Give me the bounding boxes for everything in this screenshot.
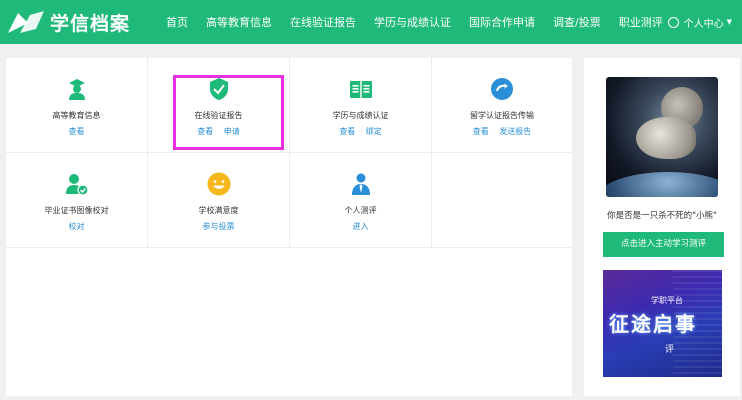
nav-international-application[interactable]: 国际合作申请 xyxy=(469,14,535,30)
service-title: 留学认证报告传输 xyxy=(470,111,534,120)
banner-tag: 评 xyxy=(665,345,675,355)
banner-subtitle: 学职平台 xyxy=(651,296,683,305)
services-grid: 高等教育信息 查看 在线验证报告 查看 申请 学历与成绩认证 查看 绑定 留学认… xyxy=(6,58,572,248)
promo-banner[interactable]: 学职平台 征途启事 评 xyxy=(603,270,722,377)
enter-link[interactable]: 进入 xyxy=(353,222,369,231)
services-panel: 高等教育信息 查看 在线验证报告 查看 申请 学历与成绩认证 查看 绑定 留学认… xyxy=(6,58,572,396)
service-transcript-transfer: 留学认证报告传输 查看 发送报告 xyxy=(432,58,572,153)
top-header: 学信档案 首页 高等教育信息 在线验证报告 学历与成绩认证 国际合作申请 调查/… xyxy=(0,0,742,44)
site-logo[interactable]: 学信档案 xyxy=(6,9,130,35)
service-certificate-image-check: 毕业证书图像校对 校对 xyxy=(6,153,148,248)
main-nav: 首页 高等教育信息 在线验证报告 学历与成绩认证 国际合作申请 调查/投票 职业… xyxy=(166,0,681,44)
person-tie-icon xyxy=(349,172,373,196)
feature-image[interactable] xyxy=(606,77,718,197)
planet-shape xyxy=(606,172,718,197)
smiley-icon xyxy=(207,172,231,196)
service-title: 个人测评 xyxy=(344,206,377,215)
service-title: 毕业证书图像校对 xyxy=(44,206,109,215)
service-higher-education-info: 高等教育信息 查看 xyxy=(6,58,148,153)
user-circle-icon xyxy=(667,16,679,28)
start-assessment-button[interactable]: 点击进入主动学习测评 xyxy=(603,232,724,257)
vote-link[interactable]: 参与投票 xyxy=(203,222,235,231)
nav-home[interactable]: 首页 xyxy=(166,14,188,30)
nav-higher-education-info[interactable]: 高等教育信息 xyxy=(206,14,272,30)
nav-career-assessment[interactable]: 职业测评 xyxy=(619,14,663,30)
service-degree-certification: 学历与成绩认证 查看 绑定 xyxy=(290,58,432,153)
nav-degree-certification[interactable]: 学历与成绩认证 xyxy=(374,14,451,30)
transfer-globe-icon xyxy=(490,77,514,101)
nav-survey-vote[interactable]: 调查/投票 xyxy=(553,14,601,30)
nav-online-verification[interactable]: 在线验证报告 xyxy=(290,14,356,30)
logo-text: 学信档案 xyxy=(50,12,131,35)
banner-title: 征途启事 xyxy=(609,312,697,336)
graduate-icon xyxy=(65,77,89,101)
service-school-satisfaction: 学校满意度 参与投票 xyxy=(148,153,290,248)
user-check-icon xyxy=(65,172,89,196)
feature-caption: 你是否是一只杀不死的"小熊" xyxy=(607,211,717,221)
view-link[interactable]: 查看 xyxy=(473,127,489,136)
book-logo-icon xyxy=(8,11,44,33)
empty-cell xyxy=(432,153,572,248)
sidebar: 你是否是一只杀不死的"小熊" 点击进入主动学习测评 学职平台 征途启事 评 xyxy=(584,58,740,396)
bind-link[interactable]: 绑定 xyxy=(366,127,382,136)
view-link[interactable]: 查看 xyxy=(69,127,85,136)
open-book-icon xyxy=(349,77,373,101)
user-center-label: 个人中心 xyxy=(683,18,724,30)
chevron-down-icon: ▼ xyxy=(726,18,732,26)
send-report-link[interactable]: 发送报告 xyxy=(499,127,531,136)
user-center-menu[interactable]: 个人中心 ▼ xyxy=(667,0,732,44)
check-link[interactable]: 校对 xyxy=(69,222,85,231)
service-title: 学历与成绩认证 xyxy=(332,111,389,120)
service-title: 高等教育信息 xyxy=(52,111,101,120)
creature-shape xyxy=(636,117,696,159)
service-title: 学校满意度 xyxy=(198,206,239,215)
highlight-box xyxy=(173,75,284,150)
view-link[interactable]: 查看 xyxy=(339,127,355,136)
service-personal-assessment: 个人测评 进入 xyxy=(290,153,432,248)
